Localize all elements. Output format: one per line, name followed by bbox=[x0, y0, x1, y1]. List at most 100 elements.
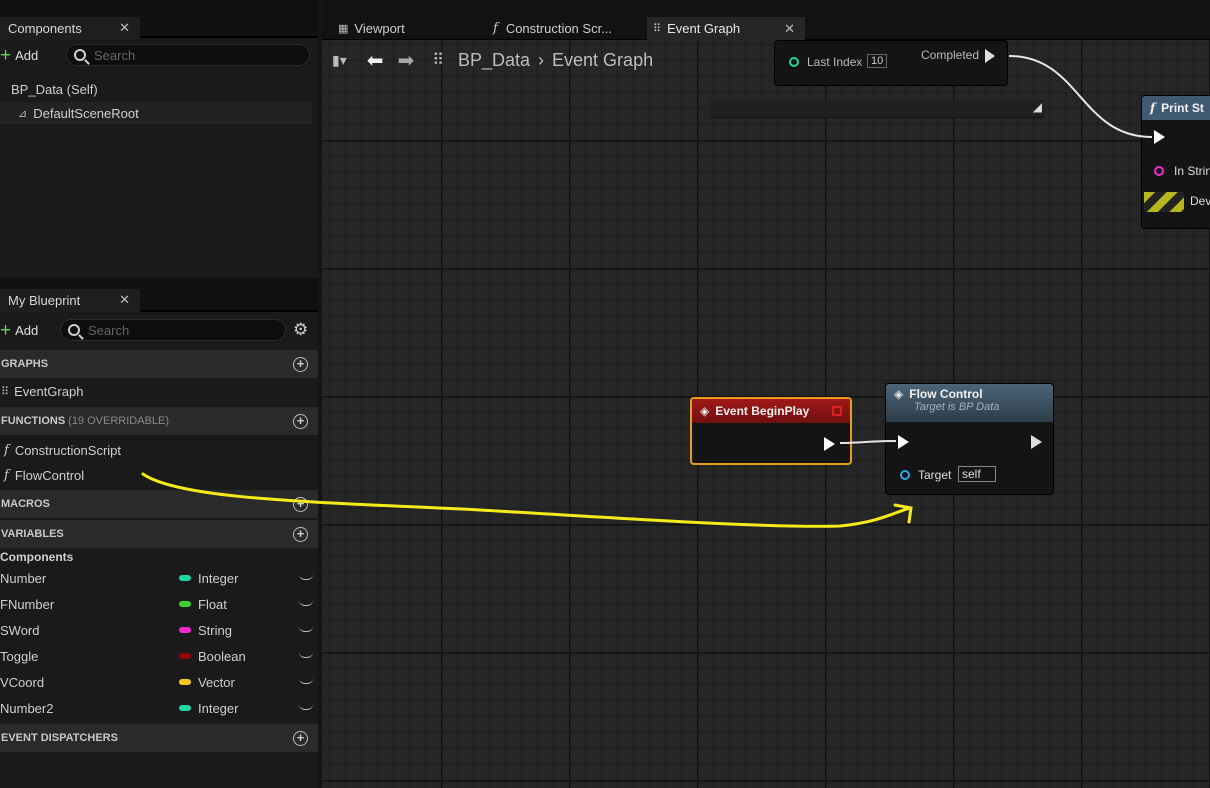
variable-name: VCoord bbox=[0, 674, 45, 690]
component-default-scene-root[interactable]: ⊿ DefaultSceneRoot bbox=[0, 102, 312, 124]
variable-type-label: Boolean bbox=[198, 648, 246, 664]
variable-item[interactable]: FNumber Float bbox=[0, 592, 318, 616]
components-tab[interactable]: Components ✕ bbox=[0, 17, 140, 40]
tab-event-graph[interactable]: ⠿ Event Graph ✕ bbox=[647, 17, 805, 40]
print-string-node[interactable]: f Print St In Strin Dev bbox=[1141, 95, 1210, 229]
event-beginplay-node[interactable]: ◈ Event BeginPlay bbox=[690, 397, 852, 465]
variable-name: Number2 bbox=[0, 700, 54, 716]
component-self[interactable]: BP_Data (Self) bbox=[0, 78, 318, 100]
loop-node-partial[interactable]: Last Index 10 Completed bbox=[774, 40, 1008, 86]
variable-item[interactable]: Toggle Boolean bbox=[0, 644, 318, 668]
close-icon[interactable]: ✕ bbox=[119, 292, 130, 308]
delegate-pin-icon[interactable] bbox=[832, 406, 842, 416]
string-pin-icon[interactable] bbox=[1154, 166, 1164, 176]
add-circle-icon[interactable]: + bbox=[293, 357, 308, 372]
type-pill-icon bbox=[179, 601, 191, 607]
variable-type-label: Integer bbox=[198, 700, 239, 716]
component-default-scene-root-label: DefaultSceneRoot bbox=[33, 105, 139, 121]
exec-out-pin-icon[interactable] bbox=[1031, 435, 1042, 449]
close-icon[interactable]: ✕ bbox=[119, 20, 130, 36]
section-variables[interactable]: VARIABLES + bbox=[0, 520, 318, 548]
eye-closed-icon[interactable] bbox=[299, 574, 313, 580]
variable-type[interactable]: Boolean bbox=[179, 649, 246, 664]
add-circle-icon[interactable]: + bbox=[293, 527, 308, 542]
add-circle-icon[interactable]: + bbox=[293, 414, 308, 429]
print-string-header: f Print St bbox=[1142, 96, 1210, 120]
graph-icon: ⠿ bbox=[653, 23, 662, 35]
variable-item[interactable]: Number Integer bbox=[0, 566, 318, 590]
type-pill-icon bbox=[179, 705, 191, 711]
search-icon bbox=[68, 324, 80, 336]
forward-arrow-icon[interactable]: ➡ bbox=[398, 48, 415, 73]
eye-closed-icon[interactable] bbox=[299, 600, 313, 606]
section-functions[interactable]: FUNCTIONS (19 OVERRIDABLE) + bbox=[0, 407, 318, 435]
graph-item-label: EventGraph bbox=[14, 383, 84, 399]
section-macros[interactable]: MACROS + bbox=[0, 490, 318, 518]
type-pill-icon bbox=[179, 679, 191, 685]
gear-icon[interactable]: ⚙ bbox=[293, 320, 308, 340]
variable-type[interactable]: Integer bbox=[179, 571, 238, 586]
exec-in-pin-icon[interactable] bbox=[1154, 130, 1165, 144]
variable-item[interactable]: Number2 Integer bbox=[0, 696, 318, 720]
variable-name: Number bbox=[0, 570, 47, 586]
exec-out-pin-icon[interactable] bbox=[985, 49, 995, 63]
variable-type[interactable]: String bbox=[179, 623, 232, 638]
variable-type[interactable]: Integer bbox=[179, 701, 238, 716]
graph-toolbar: ▮▾ ⬅ ➡ ⠿ BP_Data › Event Graph bbox=[322, 42, 653, 78]
section-graphs[interactable]: GRAPHS + bbox=[0, 350, 318, 378]
my-blueprint-tab[interactable]: My Blueprint ✕ bbox=[0, 289, 140, 312]
eye-closed-icon[interactable] bbox=[299, 626, 313, 632]
tab-viewport[interactable]: ▦ Viewport bbox=[332, 17, 482, 40]
section-event-dispatchers[interactable]: EVENT DISPATCHERS + bbox=[0, 724, 318, 752]
resize-grip-icon[interactable]: ◢ bbox=[1033, 100, 1042, 114]
components-search-input[interactable]: Search bbox=[66, 44, 310, 66]
comment-resize-bar: ◢ bbox=[710, 100, 1044, 118]
variable-type[interactable]: Float bbox=[179, 597, 227, 612]
function-icon: f bbox=[4, 467, 9, 483]
object-pin-icon[interactable] bbox=[900, 470, 910, 480]
function-item-constructionscript[interactable]: f ConstructionScript bbox=[0, 438, 318, 462]
event-graph-canvas[interactable] bbox=[322, 0, 1210, 788]
add-circle-icon[interactable]: + bbox=[293, 497, 308, 512]
bookmark-icon[interactable]: ▮▾ bbox=[332, 52, 347, 69]
section-event-dispatchers-label: EVENT DISPATCHERS bbox=[1, 732, 118, 744]
blueprint-search-placeholder: Search bbox=[88, 322, 130, 338]
close-icon[interactable]: ✕ bbox=[784, 21, 795, 37]
event-beginplay-header: ◈ Event BeginPlay bbox=[692, 399, 850, 423]
components-add-button[interactable]: + Add bbox=[0, 44, 46, 66]
blueprint-search-input[interactable]: Search bbox=[60, 319, 286, 341]
components-tab-label: Components bbox=[8, 21, 82, 36]
completed-label: Completed bbox=[921, 48, 980, 62]
flow-control-header: ◈ Flow Control Target is BP Data bbox=[886, 384, 1053, 422]
component-self-label: BP_Data (Self) bbox=[11, 81, 98, 97]
my-blueprint-tab-label: My Blueprint bbox=[8, 293, 81, 308]
integer-pin-icon[interactable] bbox=[789, 57, 799, 67]
variable-item[interactable]: VCoord Vector bbox=[0, 670, 318, 694]
last-index-value: 10 bbox=[867, 54, 888, 68]
variable-item[interactable]: SWord String bbox=[0, 618, 318, 642]
dev-only-stripe bbox=[1144, 192, 1184, 212]
blueprint-add-button[interactable]: + Add bbox=[0, 319, 46, 341]
back-arrow-icon[interactable]: ⬅ bbox=[367, 48, 384, 73]
eye-closed-icon[interactable] bbox=[299, 704, 313, 710]
eye-closed-icon[interactable] bbox=[299, 652, 313, 658]
graph-icon: ⠿ bbox=[1, 385, 10, 398]
section-macros-label: MACROS bbox=[1, 498, 50, 510]
add-circle-icon[interactable]: + bbox=[293, 731, 308, 746]
eye-closed-icon[interactable] bbox=[299, 678, 313, 684]
graph-item-eventgraph[interactable]: ⠿ EventGraph bbox=[0, 379, 318, 403]
last-index-label: Last Index bbox=[807, 55, 863, 69]
function-icon: f bbox=[1150, 101, 1156, 115]
tab-construction-script-label: Construction Scr... bbox=[505, 21, 613, 36]
exec-in-pin-icon[interactable] bbox=[898, 435, 909, 449]
exec-out-pin-icon[interactable] bbox=[824, 437, 835, 451]
variable-type[interactable]: Vector bbox=[179, 675, 235, 690]
plus-icon: + bbox=[0, 44, 12, 66]
event-icon: ◈ bbox=[700, 404, 710, 418]
target-value: self bbox=[958, 466, 996, 482]
flow-control-node[interactable]: ◈ Flow Control Target is BP Data Target … bbox=[885, 383, 1054, 495]
function-icon: f bbox=[493, 21, 498, 36]
breadcrumb-root[interactable]: BP_Data bbox=[458, 50, 530, 71]
function-item-flowcontrol[interactable]: f FlowControl bbox=[0, 463, 318, 487]
tab-construction-script[interactable]: f Construction Scr... bbox=[487, 17, 645, 40]
